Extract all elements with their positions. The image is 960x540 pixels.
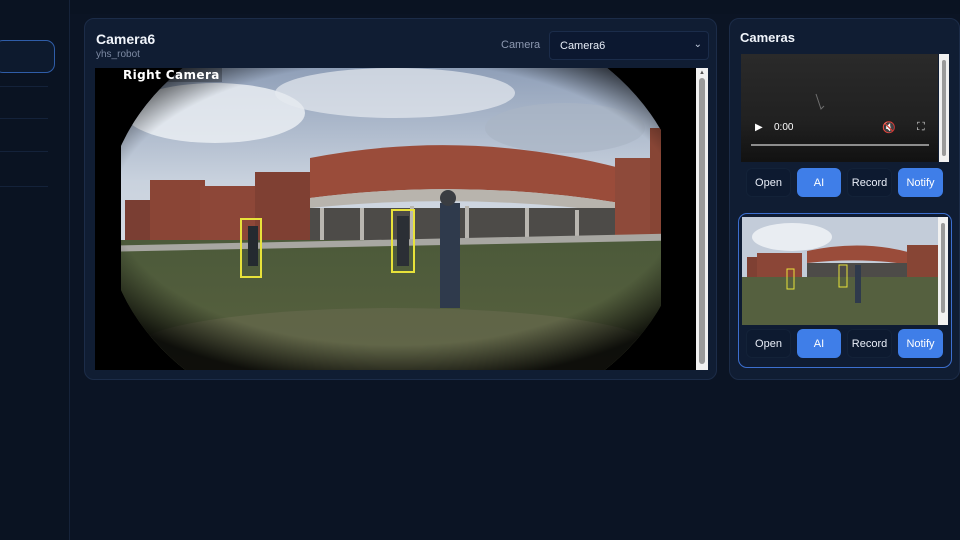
fullscreen-icon[interactable]: ⛶ — [917, 121, 925, 134]
main-video-feed[interactable]: Right Camera — [95, 68, 697, 370]
scrollbar-thumb[interactable] — [699, 78, 705, 364]
cameras-panel: Cameras ▶ 0:00 🔇 ⛶ Open AI Record Notify — [729, 18, 960, 380]
video-progress-bar[interactable] — [751, 144, 929, 146]
record-button[interactable]: Record — [847, 168, 892, 197]
camera-thumbnail — [742, 217, 938, 325]
camera-overlay-label: Right Camera — [121, 68, 222, 82]
sidebar-divider — [0, 186, 48, 187]
camera-select[interactable]: Camera6 ⌄ — [549, 31, 709, 60]
notify-toggle-button[interactable]: Notify — [898, 329, 943, 358]
scroll-up-icon[interactable]: ▲ — [699, 70, 705, 76]
card-scrollbar[interactable] — [938, 217, 948, 325]
card-1-button-row: Open AI Record Notify — [746, 168, 943, 197]
device-subtitle: yhs_robot — [96, 49, 140, 60]
cameras-panel-title: Cameras — [740, 30, 795, 45]
record-button[interactable]: Record — [847, 329, 892, 358]
open-button[interactable]: Open — [746, 329, 791, 358]
top-bar — [70, 0, 960, 14]
main-camera-panel: Camera6 yhs_robot Camera Camera6 ⌄ Right… — [84, 18, 717, 380]
sidebar-divider — [0, 86, 48, 87]
chevron-down-icon: ⌄ — [693, 39, 702, 50]
ai-toggle-button[interactable]: AI — [797, 329, 841, 358]
video-scrollbar[interactable]: ▲ — [696, 68, 708, 370]
scrollbar-thumb[interactable] — [941, 223, 945, 313]
video-controls — [741, 122, 938, 162]
sidebar — [0, 0, 70, 540]
camera-card-video-1[interactable]: ▶ 0:00 🔇 ⛶ — [741, 54, 938, 162]
camera-scene — [95, 68, 697, 370]
scrollbar-thumb[interactable] — [942, 60, 946, 156]
camera-select-label: Camera — [501, 39, 541, 51]
camera-card-2[interactable]: Open AI Record Notify — [738, 213, 952, 368]
play-icon[interactable]: ▶ — [755, 122, 763, 133]
sidebar-divider — [0, 151, 48, 152]
ai-toggle-button[interactable]: AI — [797, 168, 841, 197]
open-button[interactable]: Open — [746, 168, 791, 197]
video-time: 0:00 — [774, 122, 794, 133]
card-scrollbar[interactable] — [939, 54, 949, 162]
camera-select-value: Camera6 — [560, 40, 606, 52]
card-2-button-row: Open AI Record Notify — [746, 329, 943, 358]
sidebar-item-active[interactable] — [0, 40, 55, 73]
page-title: Camera6 — [96, 31, 156, 47]
mute-icon[interactable]: 🔇 — [882, 121, 896, 134]
notify-toggle-button[interactable]: Notify — [898, 168, 943, 197]
sidebar-divider — [0, 118, 48, 119]
camera-card-video-2[interactable] — [742, 217, 938, 325]
